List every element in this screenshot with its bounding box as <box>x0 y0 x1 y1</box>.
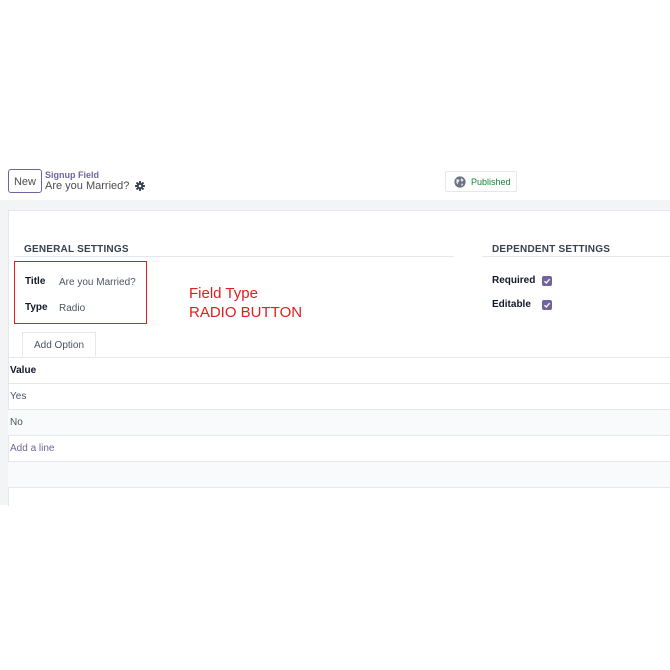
list-empty-row <box>8 462 670 488</box>
editable-field-label: Editable <box>492 299 531 310</box>
published-toggle-button[interactable]: Published <box>445 171 517 192</box>
required-field-label: Required <box>492 275 536 286</box>
general-settings-title: GENERAL SETTINGS <box>24 244 129 255</box>
required-checkbox[interactable] <box>542 276 552 286</box>
tab-add-option[interactable]: Add Option <box>22 332 96 357</box>
dependent-settings-separator <box>482 256 670 257</box>
general-settings-separator <box>14 256 454 257</box>
breadcrumb-parent[interactable]: Signup Field <box>45 170 99 180</box>
list-header-value[interactable]: Value <box>8 358 670 384</box>
published-label: Published <box>471 176 511 187</box>
dependent-settings-title: DEPENDENT SETTINGS <box>492 244 611 255</box>
add-a-line-link[interactable]: Add a line <box>8 436 670 462</box>
record-name: Are you Married? <box>45 180 130 192</box>
annotation-line-1: Field Type <box>189 285 258 302</box>
checkmark-icon <box>544 278 551 284</box>
checkmark-icon <box>544 302 551 308</box>
annotation-line-2: RADIO BUTTON <box>189 304 303 321</box>
new-button[interactable]: New <box>8 169 42 193</box>
editable-checkbox[interactable] <box>542 300 552 310</box>
gear-icon[interactable] <box>135 181 146 191</box>
breadcrumb-record: Are you Married? <box>45 180 146 192</box>
list-row-no[interactable]: No <box>8 410 670 436</box>
annotation-highlight-box <box>14 261 147 324</box>
globe-icon <box>454 175 466 188</box>
list-row-yes[interactable]: Yes <box>8 384 670 410</box>
